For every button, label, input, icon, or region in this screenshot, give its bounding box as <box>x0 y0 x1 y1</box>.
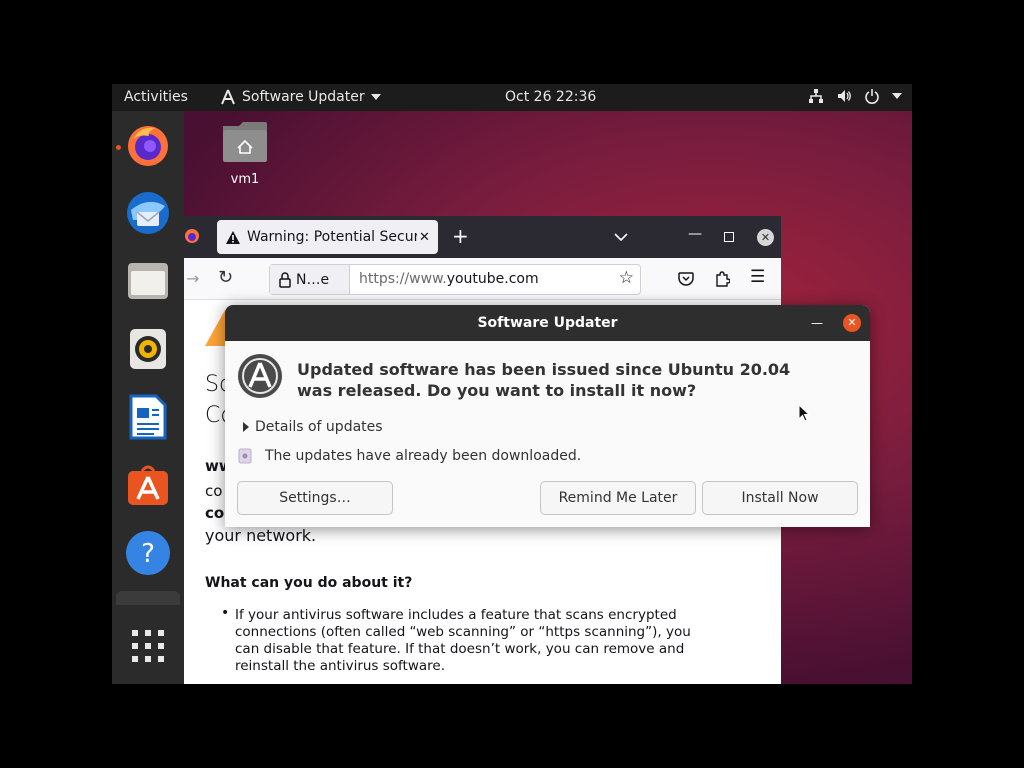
page-strong-partial-2: co <box>205 504 225 522</box>
network-icon <box>809 89 823 103</box>
activities-button[interactable]: Activities <box>124 89 188 105</box>
site-identity-label: N…e <box>296 271 330 288</box>
folder-icon <box>128 263 168 299</box>
bookmark-star-icon[interactable]: ☆ <box>619 268 634 288</box>
software-updater-icon <box>221 89 235 105</box>
writer-launcher[interactable] <box>124 393 172 441</box>
dialog-title: Software Updater <box>477 315 618 331</box>
chevron-down-icon <box>892 93 902 99</box>
firefox-small-icon <box>185 229 199 243</box>
page-bullet-text: If your antivirus software includes a fe… <box>235 607 691 674</box>
dialog-titlebar: Software Updater — ✕ <box>225 305 870 341</box>
top-bar: Activities Software Updater Oct 26 22:36 <box>112 84 912 111</box>
software-center-launcher[interactable] <box>124 461 172 509</box>
home-folder-icon <box>223 122 267 162</box>
mouse-cursor-icon <box>798 404 810 422</box>
url-domain: youtube.com <box>446 271 539 287</box>
firefox-icon <box>128 126 168 166</box>
dialog-close-button[interactable]: ✕ <box>843 314 861 332</box>
firefox-launcher[interactable] <box>124 121 172 169</box>
show-apps-button[interactable] <box>124 622 172 670</box>
updater-logo-icon <box>238 354 282 398</box>
bullet-dot: • <box>221 605 230 621</box>
downloaded-label: The updates have already been downloaded… <box>265 448 582 464</box>
app-menu[interactable]: Software Updater <box>220 89 381 105</box>
dialog-minimize-button[interactable]: — <box>811 305 823 341</box>
details-label: Details of updates <box>255 419 383 435</box>
active-indicator <box>116 145 121 150</box>
dock: ? <box>112 111 184 684</box>
tab-title: Warning: Potential Securi <box>247 229 417 245</box>
thunderbird-icon <box>127 192 169 234</box>
page-network-text: your network. <box>205 526 317 545</box>
thunderbird-launcher[interactable] <box>124 189 172 237</box>
navigation-bar: → ↻ N…e https://www.youtube.com ☆ ☰ <box>184 258 781 300</box>
chevron-down-icon <box>370 94 381 100</box>
settings-button[interactable]: Settings… <box>237 481 393 515</box>
tab-close-icon[interactable]: ✕ <box>419 230 430 245</box>
details-expander[interactable]: Details of updates <box>243 419 383 435</box>
lock-warning-icon <box>279 271 291 288</box>
install-now-button[interactable]: Install Now <box>702 481 858 515</box>
minimize-button[interactable]: — <box>688 226 702 242</box>
tab-bar: Warning: Potential Securi ✕ + — ✕ <box>184 216 781 258</box>
dialog-message: Updated software has been issued since U… <box>297 360 791 400</box>
new-tab-button[interactable]: + <box>452 224 469 248</box>
close-window-button[interactable]: ✕ <box>757 229 774 246</box>
extensions-icon[interactable] <box>714 270 730 287</box>
document-icon <box>129 394 167 440</box>
files-launcher[interactable] <box>124 257 172 305</box>
rhythmbox-launcher[interactable] <box>124 325 172 373</box>
maximize-button[interactable] <box>724 232 734 242</box>
volume-icon <box>838 90 851 102</box>
home-folder-label: vm1 <box>230 172 260 187</box>
software-center-icon <box>128 465 168 505</box>
page-what-heading: What can you do about it? <box>205 575 413 591</box>
url-bar[interactable]: N…e https://www.youtube.com ☆ <box>269 264 641 295</box>
expander-arrow-icon <box>243 422 249 432</box>
help-launcher[interactable]: ? <box>124 529 172 577</box>
desktop: Activities Software Updater Oct 26 22:36 <box>112 84 912 684</box>
list-tabs-chevron-icon[interactable] <box>614 233 628 241</box>
speaker-icon <box>130 329 166 369</box>
help-icon: ? <box>126 531 170 575</box>
reload-button[interactable]: ↻ <box>218 267 233 288</box>
desktop-home-folder[interactable]: vm1 <box>220 120 270 187</box>
pocket-icon[interactable] <box>678 272 694 286</box>
dock-partial-item <box>116 591 180 605</box>
forward-button[interactable]: → <box>186 269 199 288</box>
app-grid-icon <box>132 630 164 662</box>
app-menu-label: Software Updater <box>242 89 365 105</box>
downloaded-note: The updates have already been downloaded… <box>238 448 581 464</box>
url-text[interactable]: https://www.youtube.com <box>359 271 539 287</box>
svg-text:?: ? <box>141 539 155 569</box>
package-icon <box>238 448 252 464</box>
site-identity[interactable]: N…e <box>270 265 350 294</box>
page-text-partial-1: co <box>205 482 223 500</box>
power-icon <box>865 89 879 104</box>
tab-warning[interactable]: Warning: Potential Securi ✕ <box>217 220 438 254</box>
warning-icon <box>226 230 240 244</box>
url-prefix: https://www. <box>359 271 447 287</box>
remind-later-button[interactable]: Remind Me Later <box>540 481 696 515</box>
system-tray[interactable] <box>808 88 902 104</box>
software-updater-dialog: Software Updater — ✕ Updated software ha… <box>225 305 870 527</box>
menu-hamburger-icon[interactable]: ☰ <box>750 267 765 287</box>
clock[interactable]: Oct 26 22:36 <box>505 89 596 105</box>
